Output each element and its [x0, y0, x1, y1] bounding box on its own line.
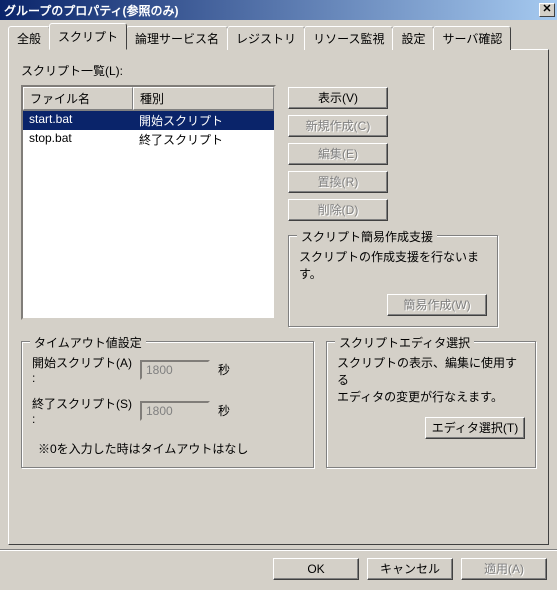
start-timeout-field: 1800	[140, 360, 210, 380]
tab-panel-script: スクリプト一覧(L): ファイル名 種別 start.bat 開始スクリプト s…	[8, 49, 549, 545]
column-filename[interactable]: ファイル名	[23, 87, 133, 110]
cancel-button[interactable]: キャンセル	[367, 558, 453, 580]
editor-text-1: スクリプトの表示、編集に使用する	[337, 354, 525, 388]
script-listview[interactable]: ファイル名 種別 start.bat 開始スクリプト stop.bat 終了スク…	[21, 85, 276, 320]
group-simple-support-legend: スクリプト簡易作成支援	[297, 228, 437, 245]
group-timeout: タイムアウト値設定 開始スクリプト(A) : 1800 秒 終了スクリプト(S)…	[21, 341, 314, 468]
ok-button[interactable]: OK	[273, 558, 359, 580]
end-script-label: 終了スクリプト(S) :	[32, 395, 132, 426]
group-simple-support: スクリプト簡易作成支援 スクリプトの作成支援を行ないます。 簡易作成(W)	[288, 235, 498, 327]
start-script-label: 開始スクリプト(A) :	[32, 354, 132, 385]
apply-button: 適用(A)	[461, 558, 547, 580]
button-column: 表示(V) 新規作成(C) 編集(E) 置換(R) 削除(D)	[288, 85, 498, 221]
editor-select-button[interactable]: エディタ選択(T)	[425, 417, 525, 439]
script-list-label: スクリプト一覧(L):	[21, 62, 536, 79]
editor-text-2: エディタの変更が行なえます。	[337, 388, 525, 405]
tab-resource-monitor[interactable]: リソース監視	[304, 26, 393, 50]
support-text: スクリプトの作成支援を行ないます。	[299, 248, 487, 282]
group-editor-select: スクリプトエディタ選択 スクリプトの表示、編集に使用する エディタの変更が行なえ…	[326, 341, 536, 468]
listview-header: ファイル名 種別	[23, 87, 274, 111]
tab-strip: 全般 スクリプト 論理サービス名 レジストリ リソース監視 設定 サーバ確認	[8, 28, 549, 50]
tab-logical-service[interactable]: 論理サービス名	[126, 26, 228, 50]
window-title: グループのプロパティ(参照のみ)	[4, 2, 539, 19]
simple-create-button: 簡易作成(W)	[387, 294, 487, 316]
group-editor-legend: スクリプトエディタ選択	[335, 334, 474, 351]
unit-seconds: 秒	[218, 361, 230, 378]
tab-server-check[interactable]: サーバ確認	[433, 26, 511, 50]
cell-filename: start.bat	[23, 111, 133, 130]
column-type[interactable]: 種別	[133, 87, 274, 110]
cell-filename: stop.bat	[23, 130, 133, 149]
tab-general[interactable]: 全般	[8, 26, 50, 50]
tab-settings[interactable]: 設定	[392, 26, 434, 50]
cell-type: 開始スクリプト	[133, 111, 274, 130]
group-timeout-legend: タイムアウト値設定	[30, 334, 146, 351]
tab-registry[interactable]: レジストリ	[227, 26, 305, 50]
replace-button: 置換(R)	[288, 171, 388, 193]
end-timeout-field: 1800	[140, 401, 210, 421]
dialog-window: グループのプロパティ(参照のみ) ✕ 全般 スクリプト 論理サービス名 レジスト…	[0, 0, 557, 590]
show-button[interactable]: 表示(V)	[288, 87, 388, 109]
cell-type: 終了スクリプト	[133, 130, 274, 149]
delete-button: 削除(D)	[288, 199, 388, 221]
timeout-note: ※0を入力した時はタイムアウトはなし	[32, 436, 303, 457]
tab-script[interactable]: スクリプト	[49, 23, 127, 50]
close-icon[interactable]: ✕	[539, 3, 555, 17]
new-button: 新規作成(C)	[288, 115, 388, 137]
table-row[interactable]: stop.bat 終了スクリプト	[23, 130, 274, 149]
table-row[interactable]: start.bat 開始スクリプト	[23, 111, 274, 130]
dialog-button-row: OK キャンセル 適用(A)	[0, 549, 557, 590]
unit-seconds: 秒	[218, 402, 230, 419]
edit-button: 編集(E)	[288, 143, 388, 165]
client-area: 全般 スクリプト 論理サービス名 レジストリ リソース監視 設定 サーバ確認 ス…	[0, 20, 557, 549]
titlebar: グループのプロパティ(参照のみ) ✕	[0, 0, 557, 20]
